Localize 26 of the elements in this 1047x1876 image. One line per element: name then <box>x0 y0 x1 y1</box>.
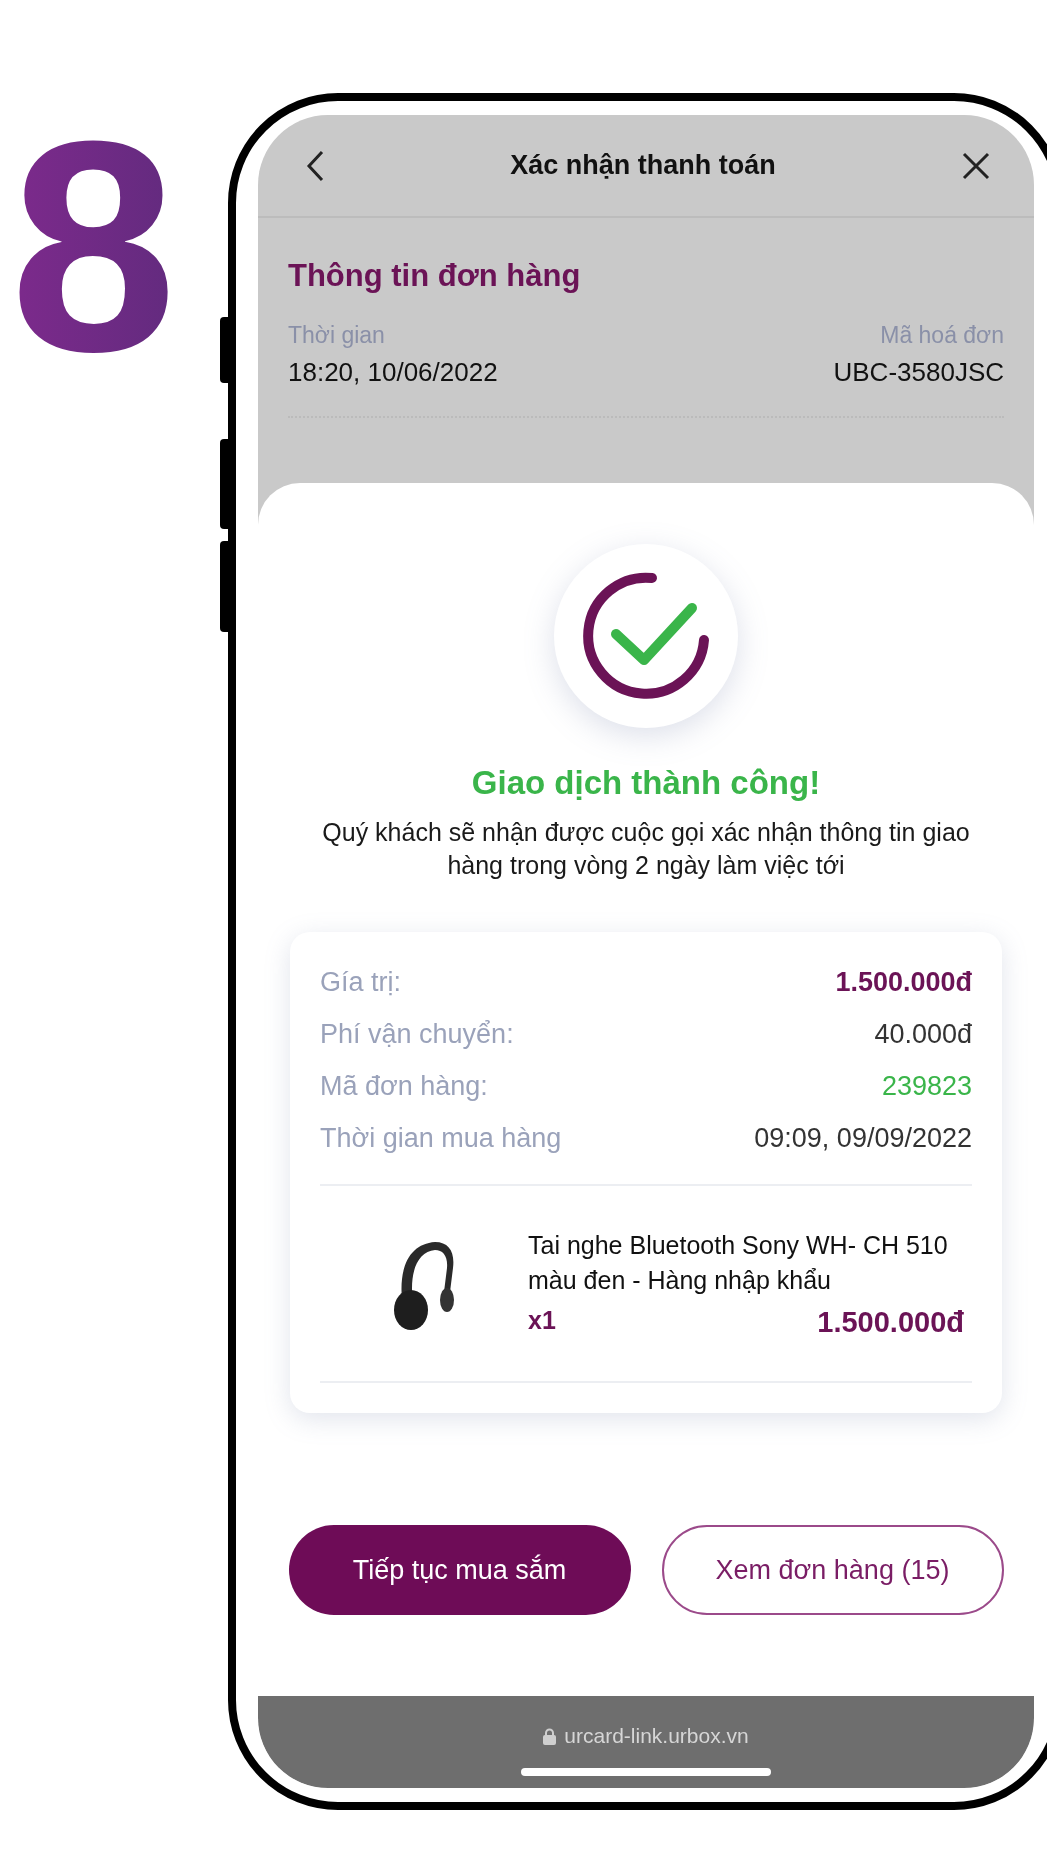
product-name: Tai nghe Bluetooth Sony WH- CH 510 màu đen - Hàng nhập khẩu <box>528 1230 948 1296</box>
check-circle-icon <box>580 570 712 702</box>
section-title: Thông tin đơn hàng <box>288 258 582 294</box>
invoice-value: UBC-3580JSC <box>833 357 1004 388</box>
summary-value: 239823 <box>881 1070 972 1102</box>
invoice-label: Mã hoá đơn <box>880 322 1004 349</box>
url-text: urcard-link.urbox.vn <box>564 1724 749 1748</box>
success-title: Giao dịch thành công! <box>471 764 821 802</box>
product-quantity: x1 <box>528 1306 556 1336</box>
summary-label: Mã đơn hàng: <box>320 1070 488 1102</box>
time-label: Thời gian <box>288 322 386 349</box>
screen-title: Xác nhận thanh toán <box>510 150 776 181</box>
success-message: Quý khách sẽ nhận được cuộc gọi xác nhận thông tin giao hàng trong vòng 2 ngày làm việc tới <box>321 817 971 881</box>
continue-shopping-button[interactable]: Tiếp tục mua sắm <box>288 1525 631 1615</box>
time-value: 18:20, 10/06/2022 <box>288 357 498 388</box>
product-price: 1.500.000đ <box>817 1306 964 1339</box>
back-icon[interactable] <box>306 149 324 182</box>
summary-value: 40.000đ <box>874 1018 972 1050</box>
lock-icon <box>543 1727 557 1745</box>
view-orders-button[interactable]: Xem đơn hàng (15) <box>661 1525 1004 1615</box>
close-icon[interactable] <box>962 151 990 180</box>
summary-label: Gía trị: <box>320 966 401 998</box>
summary-value: 1.500.000đ <box>835 966 972 998</box>
summary-value: 09:09, 09/09/2022 <box>754 1122 972 1154</box>
summary-label: Thời gian mua hàng <box>320 1122 562 1154</box>
summary-label: Phí vận chuyển: <box>320 1018 514 1050</box>
